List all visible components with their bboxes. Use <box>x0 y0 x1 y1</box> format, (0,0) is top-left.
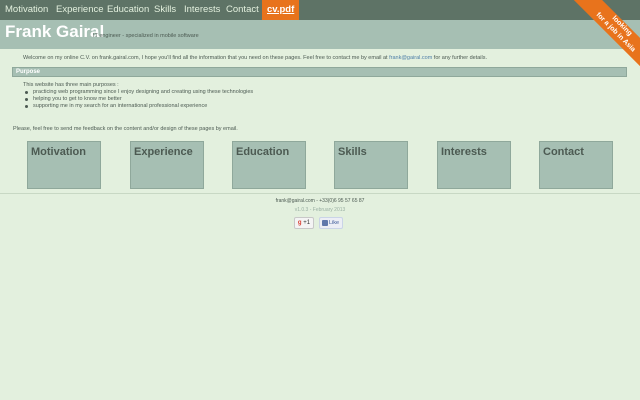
tile-label: Education <box>236 146 290 158</box>
purpose-section-header: Purpose <box>12 67 627 77</box>
list-item: helping you to get to know me better <box>23 96 253 103</box>
tile-label: Motivation <box>31 146 86 158</box>
tile-label: Interests <box>441 146 487 158</box>
ribbon-line-1: looking <box>610 14 634 38</box>
nav-item-experience[interactable]: Experience <box>56 0 104 20</box>
nav-item-contact[interactable]: Contact <box>226 0 259 20</box>
tile-education[interactable]: Education <box>232 141 306 189</box>
tile-interests[interactable]: Interests <box>437 141 511 189</box>
nav-item-skills[interactable]: Skills <box>154 0 176 20</box>
google-plus-icon: g <box>297 220 302 226</box>
tagline: IT engineer - specialized in mobile soft… <box>93 33 199 39</box>
nav-item-interests[interactable]: Interests <box>184 0 220 20</box>
tile-label: Contact <box>543 146 584 158</box>
welcome-paragraph: Welcome on my online C.V. on frank.gaira… <box>23 55 487 61</box>
tile-motivation[interactable]: Motivation <box>27 141 101 189</box>
top-nav: Motivation Experience Education Skills I… <box>0 0 640 20</box>
thumbs-up-icon <box>322 219 328 226</box>
list-item: supporting me in my search for an intern… <box>23 103 253 110</box>
nav-item-education[interactable]: Education <box>107 0 149 20</box>
welcome-email-link[interactable]: frank@gairal.com <box>389 55 432 61</box>
purpose-list: practicing web programming since I enjoy… <box>23 89 253 110</box>
section-title: Purpose <box>16 69 41 75</box>
nav-item-motivation[interactable]: Motivation <box>5 0 48 20</box>
list-item: practicing web programming since I enjoy… <box>23 89 253 96</box>
like-label: Like <box>329 220 340 226</box>
tile-label: Experience <box>134 146 193 158</box>
cv-pdf-link[interactable]: cv.pdf <box>262 0 300 20</box>
job-ribbon-banner[interactable]: looking for a job in Asia <box>570 0 640 70</box>
facebook-like-button[interactable]: Like <box>319 217 343 229</box>
tile-skills[interactable]: Skills <box>334 141 408 189</box>
google-plus-button[interactable]: g +1 <box>294 217 314 229</box>
purpose-intro: This website has three main purposes : <box>23 82 119 88</box>
footer-divider <box>0 193 640 194</box>
feedback-text: Please, feel free to send me feedback on… <box>13 126 238 132</box>
footer-contact: frank@gairal.com - +33(0)6 95 57 65 87 <box>275 198 365 204</box>
welcome-text: Welcome on my online C.V. on frank.gaira… <box>23 55 390 61</box>
tile-contact[interactable]: Contact <box>539 141 613 189</box>
job-ribbon: looking for a job in Asia <box>570 0 640 70</box>
tile-experience[interactable]: Experience <box>130 141 204 189</box>
google-plus-label: +1 <box>303 220 311 226</box>
welcome-suffix: for any further details. <box>432 55 488 61</box>
tile-label: Skills <box>338 146 367 158</box>
page-title: Frank Gairal <box>5 22 105 41</box>
version-text: v1.0.3 - February 2013 <box>294 207 346 213</box>
